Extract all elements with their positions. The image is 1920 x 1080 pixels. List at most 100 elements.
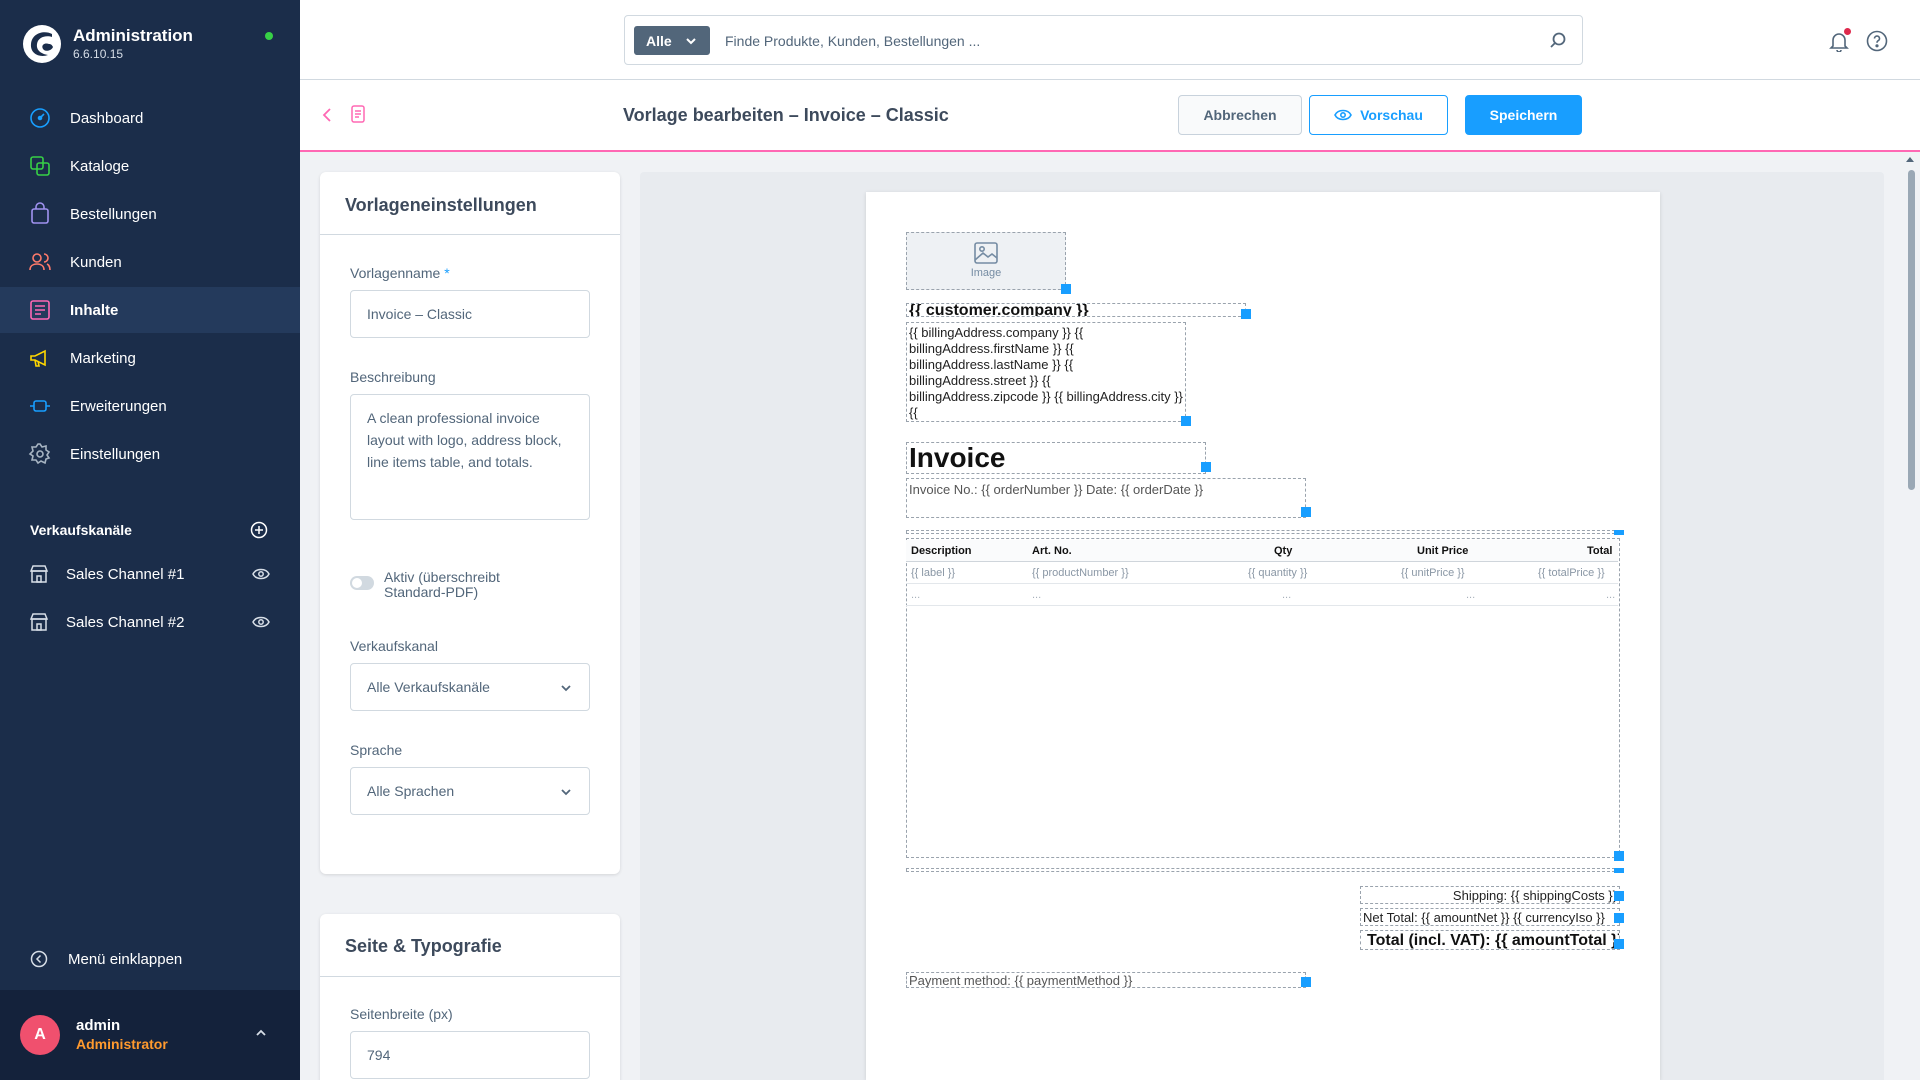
notification-badge	[1844, 28, 1851, 35]
user-role: Administrator	[76, 1036, 168, 1052]
table-cell: {{ productNumber }}	[1032, 567, 1129, 579]
resize-handle[interactable]	[1301, 507, 1311, 517]
resize-handle[interactable]	[1241, 309, 1251, 319]
invoice-heading-block[interactable]: Invoice	[906, 442, 1206, 474]
language-select[interactable]: Alle Sprachen	[350, 767, 590, 815]
template-settings-card: Vorlageneinstellungen Vorlagenname * Inv…	[320, 172, 620, 874]
grand-total-text-block[interactable]: Total (incl. VAT): {{ amountTotal }}	[1360, 930, 1620, 950]
sidebar-item-inhalte[interactable]: Inhalte	[0, 287, 300, 333]
table-cell: ...	[1282, 589, 1292, 601]
search-type-label: Alle	[646, 33, 672, 49]
resize-handle[interactable]	[1614, 891, 1624, 901]
page-title: Vorlage bearbeiten – Invoice – Classic	[623, 105, 949, 125]
sales-channel-label: Sales Channel #1	[66, 566, 185, 583]
collapse-menu-button[interactable]: Menü einklappen	[28, 948, 288, 972]
sidebar-item-bestellungen[interactable]: Bestellungen	[0, 191, 300, 237]
spacer-block[interactable]	[906, 530, 1620, 534]
page-width-label: Seitenbreite (px)	[350, 1006, 453, 1022]
resize-handle[interactable]	[1614, 868, 1624, 873]
sidebar-item-marketing[interactable]: Marketing	[0, 335, 300, 381]
resize-handle[interactable]	[1181, 416, 1191, 426]
table-header-row: Description Art. No. Qty Unit Price Tota…	[906, 540, 1618, 562]
shipping-text-block[interactable]: Shipping: {{ shippingCosts }}	[1360, 886, 1620, 904]
search-icon[interactable]	[1549, 31, 1567, 49]
sidebar-item-label: Erweiterungen	[70, 397, 167, 415]
description-textarea[interactable]: A clean professional invoice layout with…	[350, 394, 590, 520]
sidebar-item-label: Bestellungen	[70, 205, 157, 223]
resize-handle[interactable]	[1061, 284, 1071, 294]
sales-channel-item-2[interactable]: Sales Channel #2	[0, 600, 300, 646]
template-name-label-text: Vorlagenname	[350, 265, 441, 281]
preview-label: Vorschau	[1360, 107, 1423, 123]
table-cell: ...	[1466, 589, 1476, 601]
resize-handle[interactable]	[1614, 530, 1624, 535]
extensions-icon	[30, 400, 50, 412]
collapse-icon	[30, 950, 48, 968]
sidebar-item-kunden[interactable]: Kunden	[0, 239, 300, 285]
content-icon	[30, 300, 50, 320]
active-toggle[interactable]	[350, 576, 374, 590]
sidebar-item-label: Inhalte	[70, 301, 119, 319]
net-total-text-block[interactable]: Net Total: {{ amountNet }} {{ currencyIs…	[1360, 908, 1620, 926]
sidebar-item-erweiterungen[interactable]: Erweiterungen	[0, 383, 300, 429]
brand[interactable]: Administration 6.6.10.15	[20, 22, 280, 66]
card-divider	[320, 234, 620, 235]
chevron-down-icon	[561, 685, 571, 692]
sidebar-item-kataloge[interactable]: Kataloge	[0, 143, 300, 189]
storefront-icon	[29, 613, 49, 631]
description-label: Beschreibung	[350, 369, 436, 385]
help-icon[interactable]	[1866, 30, 1888, 52]
image-placeholder-icon	[974, 242, 998, 264]
resize-handle[interactable]	[1201, 462, 1211, 472]
sales-channel-select[interactable]: Alle Verkaufskanäle	[350, 663, 590, 711]
resize-handle[interactable]	[1301, 977, 1311, 987]
payment-method-block[interactable]: Payment method: {{ paymentMethod }}	[906, 972, 1306, 988]
sidebar-item-einstellungen[interactable]: Einstellungen	[0, 431, 300, 477]
page-width-input[interactable]: 794	[350, 1031, 590, 1079]
resize-handle[interactable]	[1614, 939, 1624, 949]
smart-bar: Vorlage bearbeiten – Invoice – Classic A…	[300, 80, 1920, 152]
template-name-label: Vorlagenname *	[350, 265, 450, 281]
save-button[interactable]: Speichern	[1465, 95, 1582, 135]
back-arrow-icon[interactable]	[320, 106, 334, 124]
resize-handle[interactable]	[1614, 851, 1624, 861]
document-page: Image {{ customer.company }} {{ billingA…	[866, 192, 1660, 1080]
table-header-cell: Qty	[1274, 545, 1293, 557]
search-input[interactable]	[725, 26, 1525, 56]
table-header-cell: Description	[911, 545, 972, 557]
sales-channel-item-1[interactable]: Sales Channel #1	[0, 552, 300, 598]
sidebar-item-label: Marketing	[70, 349, 136, 367]
add-sales-channel-icon[interactable]	[250, 521, 268, 539]
template-name-input[interactable]: Invoice – Classic	[350, 290, 590, 338]
search-type-select[interactable]: Alle	[634, 26, 710, 55]
table-cell: {{ quantity }}	[1248, 567, 1308, 579]
scroll-up-arrow-icon[interactable]	[1905, 155, 1915, 163]
table-cell: {{ totalPrice }}	[1538, 567, 1605, 579]
table-cell: ...	[1606, 589, 1616, 601]
resize-handle[interactable]	[1614, 913, 1624, 923]
table-cell: ...	[911, 589, 921, 601]
sidebar-item-dashboard[interactable]: Dashboard	[0, 95, 300, 141]
vertical-scrollbar[interactable]	[1908, 170, 1915, 490]
online-status-dot	[265, 32, 273, 40]
preview-button[interactable]: Vorschau	[1309, 95, 1448, 135]
sidebar: Administration 6.6.10.15 Dashboard Katal…	[0, 0, 300, 1080]
company-text-block[interactable]: {{ customer.company }}	[906, 303, 1246, 317]
topbar: Alle	[300, 0, 1920, 80]
address-text-block[interactable]: {{ billingAddress.company }} {{ billingA…	[906, 322, 1186, 422]
eye-icon[interactable]	[252, 567, 270, 581]
avatar: A	[20, 1015, 60, 1055]
invoice-meta-block[interactable]: Invoice No.: {{ orderNumber }} Date: {{ …	[906, 478, 1306, 518]
dashboard-icon	[30, 108, 50, 128]
user-menu[interactable]: A admin Administrator	[0, 990, 300, 1080]
cancel-button[interactable]: Abbrechen	[1178, 95, 1302, 135]
storefront-icon	[29, 565, 49, 583]
sales-channels-title: Verkaufskanäle	[30, 522, 132, 538]
table-cell: {{ unitPrice }}	[1401, 567, 1465, 579]
image-block[interactable]: Image	[906, 232, 1066, 290]
eye-icon	[1334, 109, 1353, 121]
sales-channel-label: Verkaufskanal	[350, 638, 438, 654]
spacer-block[interactable]	[906, 868, 1620, 872]
table-row: {{ label }} {{ productNumber }} {{ quant…	[906, 562, 1618, 584]
eye-icon[interactable]	[252, 615, 270, 629]
